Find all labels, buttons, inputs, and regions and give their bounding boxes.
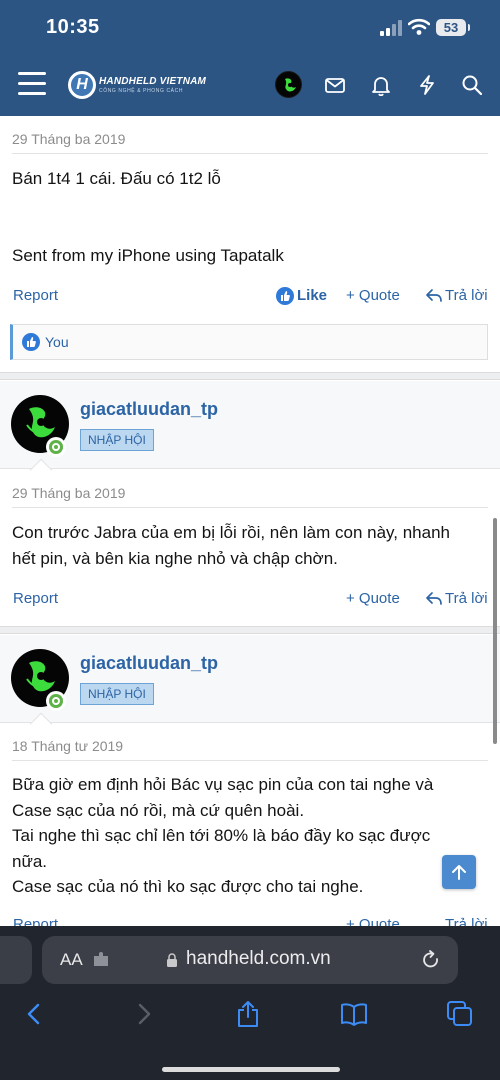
- post-date[interactable]: 29 Tháng ba 2019: [12, 131, 125, 147]
- post-line: Bữa giờ em định hỏi Bác vụ sạc pin của c…: [12, 775, 434, 794]
- previous-tab-preview[interactable]: [0, 936, 32, 984]
- post-body: Bữa giờ em định hỏi Bác vụ sạc pin của c…: [12, 772, 490, 900]
- scroll-to-top-button[interactable]: [442, 855, 476, 889]
- reply-button[interactable]: Trả lời: [445, 590, 488, 607]
- bell-icon[interactable]: [370, 74, 392, 96]
- post-line: Case sạc của nó thì ko sạc được cho tai …: [12, 877, 364, 896]
- reply-button[interactable]: Trả lời: [445, 287, 488, 304]
- post-line: hết pin, và bên kia nghe nhỏ và chập chờ…: [12, 548, 338, 568]
- post-line: [12, 217, 490, 243]
- online-status-indicator: [46, 691, 66, 711]
- divider: [12, 760, 488, 761]
- bolt-icon[interactable]: [416, 74, 438, 96]
- bookmarks-icon[interactable]: [340, 1000, 368, 1028]
- reload-icon[interactable]: [420, 949, 442, 971]
- post-separator: [0, 372, 500, 380]
- divider: [12, 507, 488, 508]
- tabs-icon[interactable]: [446, 1000, 474, 1028]
- post-line: Tai nghe thì sạc chỉ lên tới 80% là báo …: [12, 826, 431, 845]
- share-icon[interactable]: [234, 1000, 262, 1028]
- url-text[interactable]: handheld.com.vn: [186, 948, 331, 970]
- logo-subtitle: CÔNG NGHỆ & PHONG CÁCH: [99, 87, 184, 94]
- report-link[interactable]: Report: [13, 287, 58, 304]
- like-button[interactable]: Like: [297, 287, 327, 304]
- page-scrollbar[interactable]: [493, 518, 497, 744]
- quote-button[interactable]: + Quote: [346, 916, 400, 926]
- arrow-up-icon: [452, 865, 466, 880]
- user-role-badge: NHẬP HỘI: [80, 429, 154, 451]
- home-indicator: [162, 1067, 340, 1072]
- reactions-label[interactable]: You: [45, 334, 69, 350]
- back-icon[interactable]: [20, 1000, 48, 1028]
- status-time: 10:35: [46, 16, 100, 38]
- post-user-header: giacatluudan_tp NHẬP HỘI: [0, 381, 500, 469]
- report-link[interactable]: Report: [13, 916, 58, 926]
- post-line: nữa.: [12, 851, 48, 871]
- username-link[interactable]: giacatluudan_tp: [80, 653, 218, 674]
- post-line: Con trước Jabra của em bị lỗi rồi, nên l…: [12, 523, 450, 542]
- lock-icon: [167, 953, 177, 967]
- quote-button[interactable]: + Quote: [346, 590, 400, 607]
- post-body: Bán 1t4 1 cái. Đấu có 1t2 lỗ Sent from m…: [12, 166, 490, 268]
- reply-arrow-icon: [426, 592, 442, 605]
- post-date[interactable]: 18 Tháng tư 2019: [12, 738, 123, 754]
- post-line: Case sạc của nó rồi, mà cứ quên hoài.: [12, 800, 305, 820]
- post-separator: [0, 626, 500, 634]
- logo-title: HANDHELD VIETNAM: [99, 75, 207, 87]
- user-role-badge: NHẬP HỘI: [80, 683, 154, 705]
- address-bar[interactable]: AA handheld.com.vn: [42, 936, 458, 984]
- thread-content[interactable]: 29 Tháng ba 2019 Bán 1t4 1 cái. Đấu có 1…: [0, 116, 500, 926]
- username-link[interactable]: giacatluudan_tp: [80, 399, 218, 420]
- battery-indicator: 53: [436, 19, 470, 36]
- text-size-button[interactable]: AA: [60, 950, 83, 970]
- quote-button[interactable]: + Quote: [346, 287, 400, 304]
- wifi-icon: [408, 18, 430, 35]
- reply-arrow-icon: [426, 289, 442, 302]
- online-status-indicator: [46, 437, 66, 457]
- reply-button[interactable]: Trả lời: [445, 916, 488, 926]
- divider: [12, 153, 488, 154]
- site-logo[interactable]: H HANDHELD VIETNAM CÔNG NGHỆ & PHONG CÁC…: [68, 70, 206, 100]
- post-line: [12, 192, 490, 218]
- post-date[interactable]: 29 Tháng ba 2019: [12, 485, 125, 501]
- menu-button[interactable]: [18, 72, 46, 96]
- browser-toolbar: AA handheld.com.vn: [0, 926, 500, 1080]
- like-thumb-icon: [276, 287, 294, 305]
- razer-logo-icon: [285, 78, 296, 92]
- post-line: Sent from my iPhone using Tapatalk: [12, 245, 284, 265]
- site-header: 10:35 53 H HANDHELD VIETNAM CÔNG NGHỆ & …: [0, 0, 500, 116]
- account-avatar[interactable]: [275, 71, 302, 98]
- reactions-bar[interactable]: You: [10, 324, 488, 360]
- post-body: Con trước Jabra của em bị lỗi rồi, nên l…: [12, 520, 490, 571]
- cellular-signal-icon: [380, 20, 404, 36]
- search-icon[interactable]: [461, 74, 483, 96]
- post-line: Bán 1t4 1 cái. Đấu có 1t2 lỗ: [12, 169, 221, 188]
- forward-icon[interactable]: [130, 1000, 158, 1028]
- envelope-icon[interactable]: [324, 74, 346, 96]
- report-link[interactable]: Report: [13, 590, 58, 607]
- reaction-like-icon: [22, 333, 40, 351]
- logo-mark: H: [68, 71, 96, 99]
- post-user-header: giacatluudan_tp NHẬP HỘI: [0, 635, 500, 723]
- extension-icon[interactable]: [92, 952, 110, 968]
